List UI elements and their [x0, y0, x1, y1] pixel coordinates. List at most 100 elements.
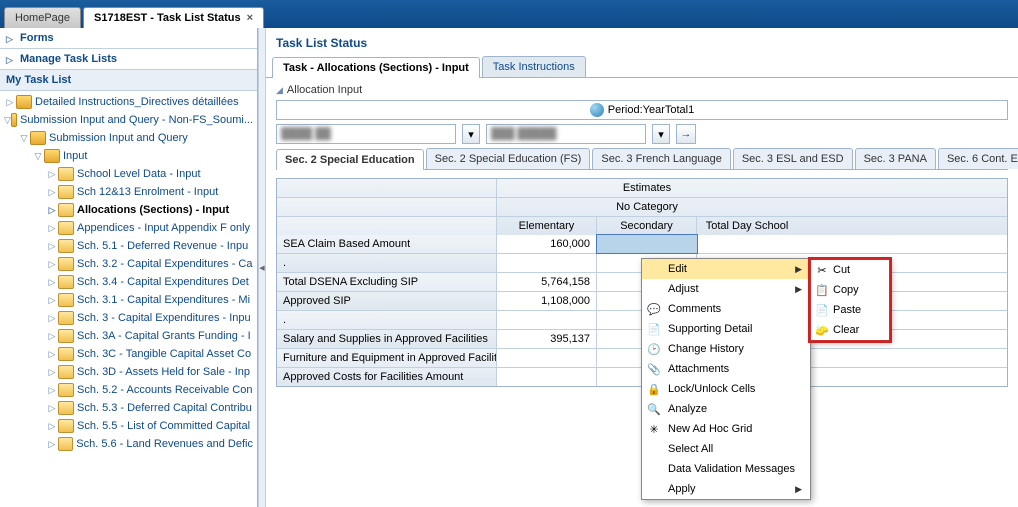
menu-icon: 📄 [814, 302, 830, 318]
tree-item[interactable]: ▷Sch. 5.1 - Deferred Revenue - Inpu [0, 237, 257, 255]
cell-elementary[interactable]: 160,000 [497, 235, 597, 253]
tree-item[interactable]: ▽Submission Input and Query [0, 129, 257, 147]
section-tab[interactable]: Sec. 6 Cont. Ed. And Other I [938, 148, 1018, 169]
tree-item[interactable]: ▷Detailed Instructions_Directives détail… [0, 93, 257, 111]
section-tab[interactable]: Sec. 3 ESL and ESD [733, 148, 853, 169]
menu-item-adjust[interactable]: Adjust▶ [642, 279, 810, 299]
tree-item[interactable]: ▷ Sch. 3.2 - Capital Expenditures - Ca [0, 255, 257, 273]
col-head-secondary: Secondary [597, 217, 697, 235]
menu-icon: 🕑 [646, 341, 662, 357]
expand-icon: ▷ [46, 295, 58, 306]
menu-item-copy[interactable]: 📋Copy [811, 280, 889, 300]
menu-item-change-history[interactable]: 🕑Change History [642, 339, 810, 359]
tab-tasklist[interactable]: S1718EST - Task List Status × [83, 7, 264, 28]
row-label: Furniture and Equipment in Approved Faci… [277, 349, 497, 367]
cell-totalday[interactable] [697, 235, 797, 253]
dropdown-icon[interactable]: ▾ [652, 124, 670, 144]
tree-item[interactable]: ▷Sch. 3D - Assets Held for Sale - Inp [0, 363, 257, 381]
cell-elementary[interactable] [497, 254, 597, 272]
pov-selector-2[interactable]: ███ █████ [486, 124, 646, 144]
cube-icon [58, 203, 74, 217]
menu-item-clear[interactable]: 🧽Clear [811, 320, 889, 340]
panel-header[interactable]: ◢ Allocation Input [276, 84, 1008, 96]
menu-item-data-validation-messages[interactable]: Data Validation Messages [642, 459, 810, 479]
cube-icon [58, 239, 74, 253]
cube-icon [58, 311, 74, 325]
menu-item-apply[interactable]: Apply▶ [642, 479, 810, 499]
section-tab[interactable]: Sec. 2 Special Education [276, 149, 424, 170]
edit-submenu: ✂Cut📋Copy📄Paste🧽Clear [810, 259, 890, 341]
menu-label: Clear [833, 324, 859, 336]
tree-label: Appendices - Input Appendix F only [77, 222, 250, 234]
cell-elementary[interactable] [497, 368, 597, 386]
section-tab[interactable]: Sec. 2 Special Education (FS) [426, 148, 591, 169]
expand-icon: ▷ [46, 331, 58, 342]
tree-item[interactable]: ▷Sch 12&13 Enrolment - Input [0, 183, 257, 201]
cell-elementary[interactable]: 1,108,000 [497, 292, 597, 310]
go-button[interactable]: → [676, 124, 696, 144]
section-tab[interactable]: Sec. 3 French Language [592, 148, 730, 169]
expand-icon: ▷ [46, 259, 58, 270]
menu-label: Edit [668, 263, 687, 275]
tab-label: S1718EST - Task List Status [94, 12, 241, 24]
row-label: Approved Costs for Facilities Amount [277, 368, 497, 386]
tab-homepage[interactable]: HomePage [4, 7, 81, 28]
expand-icon: ▷ [46, 169, 58, 180]
tree-label: Sch. 3.2 - Capital Expenditures - Ca [77, 258, 252, 270]
col-head-elementary: Elementary [497, 217, 597, 235]
sidebar-section-manage[interactable]: Manage Task Lists [0, 49, 257, 70]
cube-icon [58, 221, 74, 235]
tree-item[interactable]: ▷Sch. 5.3 - Deferred Capital Contribu [0, 399, 257, 417]
cell-elementary[interactable] [497, 349, 597, 367]
tree-item[interactable]: ▷School Level Data - Input [0, 165, 257, 183]
tree-item[interactable]: ▷Sch. 3.4 - Capital Expenditures Det [0, 273, 257, 291]
table-row: SEA Claim Based Amount160,000 [277, 235, 1007, 254]
menu-item-lock-unlock-cells[interactable]: 🔒Lock/Unlock Cells [642, 379, 810, 399]
expand-icon: ▷ [4, 97, 16, 108]
cell-secondary[interactable] [597, 235, 697, 253]
tree-item[interactable]: ▷Allocations (Sections) - Input [0, 201, 257, 219]
tree-item[interactable]: ▷Sch. 5.6 - Land Revenues and Defic [0, 435, 257, 453]
menu-item-supporting-detail[interactable]: 📄Supporting Detail [642, 319, 810, 339]
tree-item[interactable]: ▷Sch. 3.1 - Capital Expenditures - Mi [0, 291, 257, 309]
tree-item[interactable]: ▷Appendices - Input Appendix F only [0, 219, 257, 237]
menu-item-analyze[interactable]: 🔍Analyze [642, 399, 810, 419]
tree-item[interactable]: ▷Sch. 5.2 - Accounts Receivable Con [0, 381, 257, 399]
tree-label: Sch. 5.5 - List of Committed Capital [77, 420, 250, 432]
menu-icon: 📄 [646, 321, 662, 337]
sidebar-section-forms[interactable]: Forms [0, 28, 257, 49]
menu-item-edit[interactable]: Edit▶✂Cut📋Copy📄Paste🧽Clear [642, 259, 810, 279]
splitter[interactable] [258, 28, 266, 507]
tree-item[interactable]: ▽Input [0, 147, 257, 165]
cell-elementary[interactable] [497, 311, 597, 329]
cell-elementary[interactable]: 395,137 [497, 330, 597, 348]
menu-item-cut[interactable]: ✂Cut [811, 260, 889, 280]
expand-icon: ▷ [46, 403, 58, 414]
section-tab[interactable]: Sec. 3 PANA [855, 148, 936, 169]
pov-selector-1[interactable]: ████ ██ [276, 124, 456, 144]
row-label: Salary and Supplies in Approved Faciliti… [277, 330, 497, 348]
tree-item[interactable]: ▷Sch. 3C - Tangible Capital Asset Co [0, 345, 257, 363]
menu-item-paste[interactable]: 📄Paste [811, 300, 889, 320]
dropdown-icon[interactable]: ▾ [462, 124, 480, 144]
tree-label: Sch. 3A - Capital Grants Funding - I [77, 330, 251, 342]
close-icon[interactable]: × [247, 12, 253, 24]
menu-item-attachments[interactable]: 📎Attachments [642, 359, 810, 379]
menu-item-comments[interactable]: 💬Comments [642, 299, 810, 319]
cube-icon [58, 347, 74, 361]
tree-item[interactable]: ▽Submission Input and Query - Non-FS_Sou… [0, 111, 257, 129]
expand-icon: ▷ [46, 313, 58, 324]
subtab-task[interactable]: Task - Allocations (Sections) - Input [272, 57, 480, 78]
menu-item-new-ad-hoc-grid[interactable]: ✳New Ad Hoc Grid [642, 419, 810, 439]
tree-item[interactable]: ▷ Sch. 3A - Capital Grants Funding - I [0, 327, 257, 345]
menu-item-select-all[interactable]: Select All [642, 439, 810, 459]
tree-item[interactable]: ▷Sch. 3 - Capital Expenditures - Inpu [0, 309, 257, 327]
subtab-instructions[interactable]: Task Instructions [482, 56, 586, 77]
tree-item[interactable]: ▷Sch. 5.5 - List of Committed Capital [0, 417, 257, 435]
menu-label: Cut [833, 264, 850, 276]
menu-icon: ✂ [814, 262, 830, 278]
expand-icon: ▷ [46, 241, 58, 252]
tree-label: Submission Input and Query [49, 132, 188, 144]
cell-elementary[interactable]: 5,764,158 [497, 273, 597, 291]
tree-label: Sch 12&13 Enrolment - Input [77, 186, 218, 198]
